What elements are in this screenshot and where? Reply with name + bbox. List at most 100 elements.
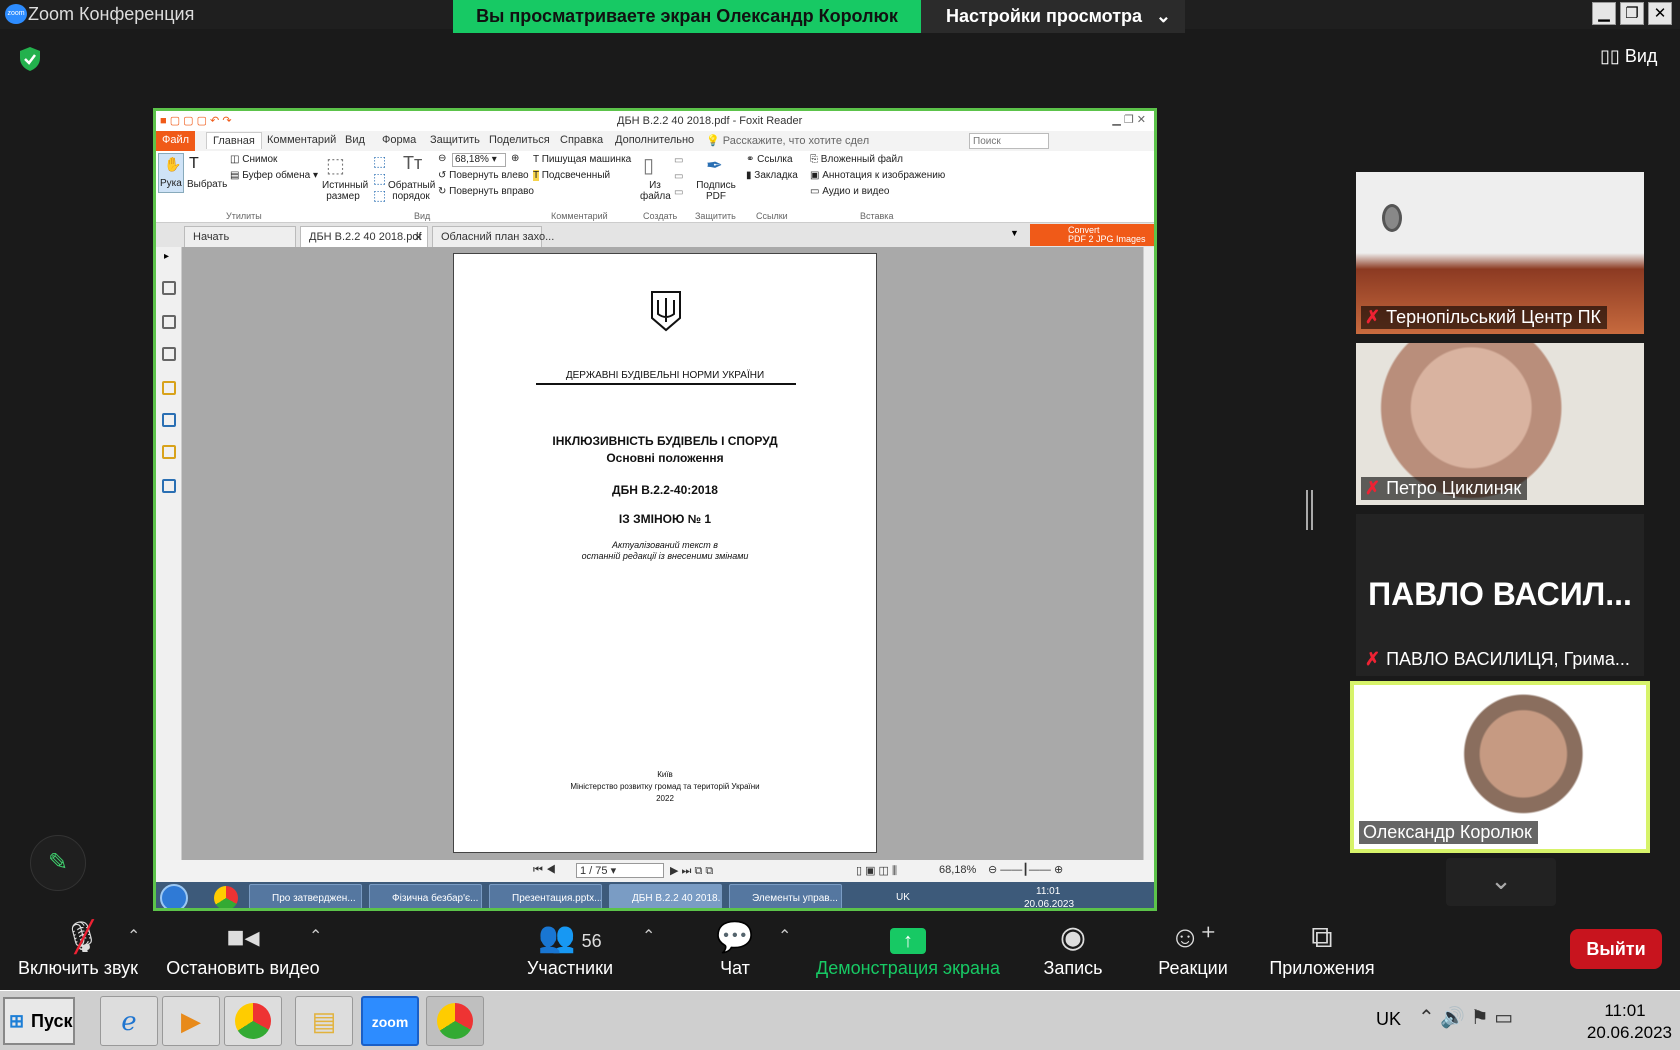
foxit-search-input[interactable] bbox=[969, 133, 1049, 149]
maximize-button[interactable]: ❐ bbox=[1620, 2, 1644, 25]
chrome-icon-2[interactable] bbox=[426, 996, 484, 1046]
menu-file[interactable]: Файл bbox=[156, 131, 196, 151]
from-file-button[interactable]: Из файла bbox=[640, 180, 671, 202]
close-button[interactable]: ✕ bbox=[1648, 2, 1672, 25]
menu-extra[interactable]: Дополнительно bbox=[615, 134, 694, 146]
zoom-in-icon[interactable]: ⊕ bbox=[511, 153, 519, 164]
tray-icons[interactable]: ⌃ 🔊 ⚑ ▭ bbox=[1418, 1005, 1513, 1030]
tab-dbn-label: ДБН В.2.2 40 2018.pdf bbox=[309, 231, 422, 243]
zoom-app-icon[interactable]: zoom bbox=[361, 996, 419, 1046]
participant-tile-2[interactable]: ✗ Петро Циклиняк bbox=[1356, 343, 1644, 505]
tray-clock[interactable]: 11:01 bbox=[1580, 1001, 1670, 1021]
remote-task-2[interactable]: Фізична безбар'є... bbox=[369, 884, 482, 908]
create-small-icons[interactable]: ▭ ▭ ▭ bbox=[674, 153, 683, 201]
screen-share-banner: Вы просматриваете экран Олександр Королю… bbox=[453, 0, 921, 33]
link-button[interactable]: ⚭ Ссылка bbox=[746, 154, 793, 165]
image-annotation-button[interactable]: ▣ Аннотация к изображению bbox=[810, 170, 945, 181]
typewriter-button[interactable]: T Пишущая машинка bbox=[533, 154, 631, 165]
chat-caret-icon[interactable]: ⌃ bbox=[778, 926, 791, 946]
unmute-button[interactable]: 🎙╱ Включить звук bbox=[15, 922, 141, 979]
page-thumbnails-icon[interactable] bbox=[162, 281, 176, 295]
tab-regional-plan[interactable]: Обласний план захо... bbox=[432, 226, 554, 247]
leave-meeting-button[interactable]: Выйти bbox=[1570, 929, 1662, 969]
remote-task-1[interactable]: Про затверджен... bbox=[249, 884, 362, 908]
more-participants-chevron-icon[interactable]: ⌄ bbox=[1446, 858, 1556, 906]
page-layout-buttons[interactable]: ▯ ▣ ◫ ⫼ bbox=[856, 864, 897, 878]
menu-view[interactable]: Вид bbox=[345, 134, 365, 146]
close-tab-icon[interactable]: ✕ bbox=[414, 231, 423, 244]
attached-file-button[interactable]: ⎘ Вложенный файл bbox=[810, 154, 903, 165]
attachments-icon[interactable] bbox=[162, 413, 176, 427]
participant-tile-active-speaker[interactable]: Олександр Королюк bbox=[1350, 681, 1650, 853]
foxit-window-controls[interactable]: ▁ ❐ ✕ bbox=[1112, 113, 1146, 126]
snapshot-button[interactable]: ◫ Снимок bbox=[230, 154, 277, 165]
menu-protect[interactable]: Защитить bbox=[430, 134, 480, 146]
video-options-caret-icon[interactable]: ⌃ bbox=[309, 926, 322, 946]
rotate-left-button[interactable]: ↺ Повернуть влево bbox=[438, 170, 529, 181]
tabs-dropdown-icon[interactable]: ▼ bbox=[1010, 228, 1019, 238]
pdf-scrollbar[interactable] bbox=[1143, 247, 1154, 860]
apps-icon: ⧉ bbox=[1311, 921, 1333, 954]
chrome-icon[interactable] bbox=[224, 996, 282, 1046]
audio-options-caret-icon[interactable]: ⌃ bbox=[127, 926, 140, 946]
view-mode-icons[interactable]: ⬚ ⬚ ⬚ bbox=[373, 153, 386, 204]
share-screen-button[interactable]: ↑ Демонстрация экрана bbox=[813, 922, 1003, 979]
first-prev-page-buttons[interactable]: ⏮ ◀ bbox=[533, 864, 556, 877]
bookmarks-icon[interactable] bbox=[162, 315, 176, 329]
next-last-page-buttons[interactable]: ▶ ⏭ ⧉ ⧉ bbox=[670, 864, 713, 878]
page-number-field[interactable]: 1 / 75 ▾ bbox=[576, 863, 664, 878]
zoom-select[interactable]: 68,18% ▾ bbox=[452, 153, 506, 167]
apps-button[interactable]: ⧉ Приложения bbox=[1265, 922, 1379, 979]
tab-dbn-pdf[interactable]: ДБН В.2.2 40 2018.pdf ✕ bbox=[300, 226, 428, 247]
sign-pdf-button[interactable]: Подпись PDF bbox=[694, 180, 738, 202]
participant-tile-3[interactable]: ПАВЛО ВАСИЛ... ✗ ПАВЛО ВАСИЛИЦЯ, Грима... bbox=[1356, 514, 1644, 676]
clipboard-button[interactable]: ▤ Буфер обмена ▾ bbox=[230, 170, 318, 181]
participants-caret-icon[interactable]: ⌃ bbox=[642, 926, 655, 946]
comments-icon[interactable] bbox=[162, 381, 176, 395]
reactions-button[interactable]: ☺⁺ Реакции bbox=[1157, 922, 1229, 979]
sidebar-expand-icon[interactable]: ▸ bbox=[164, 251, 169, 262]
menu-home[interactable]: Главная bbox=[206, 132, 262, 149]
remote-task-4[interactable]: ДБН В.2.2 40 2018... bbox=[609, 884, 722, 908]
view-button[interactable]: ▯▯ Вид bbox=[1600, 46, 1657, 67]
participant-name-2: ✗ Петро Циклиняк bbox=[1361, 477, 1528, 500]
keyboard-language[interactable]: UK bbox=[1376, 1009, 1401, 1030]
tab-start[interactable]: Начать bbox=[184, 226, 296, 247]
view-settings-dropdown[interactable]: Настройки просмотра ⌄ bbox=[921, 0, 1185, 33]
security-lock-icon[interactable] bbox=[162, 445, 176, 459]
participant-tile-1[interactable]: ✗ Тернопільський Центр ПК bbox=[1356, 172, 1644, 334]
internet-explorer-icon[interactable]: ℯ bbox=[100, 996, 158, 1046]
remote-start-icon[interactable] bbox=[160, 884, 188, 908]
remote-task-3[interactable]: Презентация.pptx... bbox=[489, 884, 602, 908]
remote-task-5[interactable]: Элементы управ... bbox=[729, 884, 842, 908]
reverse-order-button[interactable]: Обратный порядок bbox=[388, 180, 435, 202]
participants-button[interactable]: 👥 56 Участники bbox=[524, 922, 616, 979]
file-explorer-icon[interactable]: ▤ bbox=[295, 996, 353, 1046]
media-player-icon[interactable]: ▶ bbox=[162, 996, 220, 1046]
signature-icon[interactable] bbox=[162, 479, 176, 493]
remote-chrome-icon[interactable] bbox=[214, 886, 238, 908]
minimize-button[interactable]: ▁ bbox=[1592, 2, 1616, 25]
security-shield-icon[interactable] bbox=[18, 46, 42, 72]
start-button[interactable]: ⊞ Пуск bbox=[3, 997, 75, 1045]
convert-ad-banner[interactable]: Convert PDF 2 JPG Images bbox=[1030, 224, 1154, 246]
bookmark-button[interactable]: ▮ Закладка bbox=[746, 170, 798, 181]
zoom-out-icon[interactable]: ⊖ bbox=[438, 153, 446, 164]
menu-share[interactable]: Поделиться bbox=[489, 134, 550, 146]
stop-video-button[interactable]: ■◂ Остановить видео bbox=[163, 922, 323, 979]
record-button[interactable]: ◉ Запись bbox=[1043, 922, 1103, 979]
chat-button[interactable]: 💬 Чат bbox=[710, 922, 760, 979]
rotate-right-button[interactable]: ↻ Повернуть вправо bbox=[438, 186, 534, 197]
highlight-button[interactable]: T Подсвеченный bbox=[533, 170, 610, 181]
audio-video-button[interactable]: ▭ Аудио и видео bbox=[810, 186, 889, 197]
menu-comment[interactable]: Комментарий bbox=[267, 134, 336, 146]
menu-help[interactable]: Справка bbox=[560, 134, 603, 146]
layers-icon[interactable] bbox=[162, 347, 176, 361]
tell-me-input[interactable]: 💡 Расскажите, что хотите сдел bbox=[706, 134, 869, 147]
zoom-slider[interactable]: ⊖ ——┃—— ⊕ bbox=[988, 863, 1063, 876]
panel-resize-handle[interactable] bbox=[1306, 490, 1313, 530]
annotate-pencil-icon[interactable]: ✎ bbox=[30, 835, 86, 891]
actual-size-button[interactable]: Истинный размер bbox=[322, 180, 368, 202]
menu-form[interactable]: Форма bbox=[382, 134, 416, 146]
select-button[interactable]: Выбрать bbox=[187, 179, 227, 190]
